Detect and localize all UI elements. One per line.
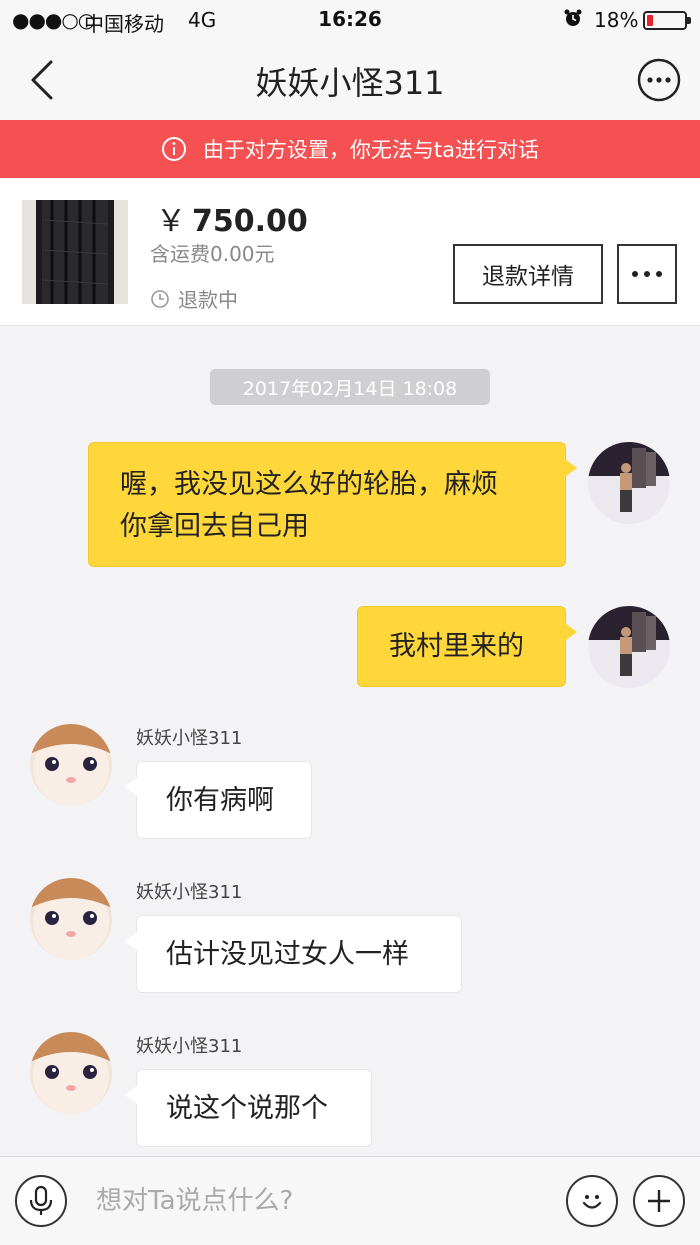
incoming-message-bubble[interactable]: 你有病啊 — [125, 761, 312, 839]
sender-name: 妖妖小怪311 — [136, 882, 243, 903]
product-bar: ￥ 750.00 含运费0.00元 退款中 退款详情 — [0, 178, 700, 326]
cat-avatar-icon — [30, 878, 112, 960]
voice-input-button[interactable] — [15, 1175, 67, 1227]
product-price: ￥ 750.00 — [156, 196, 308, 240]
chat-timestamp: 2017年02月14日 18:08 — [210, 369, 490, 405]
contact-avatar[interactable] — [30, 1032, 112, 1114]
sender-name: 妖妖小怪311 — [136, 728, 243, 749]
incoming-message-bubble[interactable]: 说这个说那个 — [125, 1069, 372, 1147]
message-line: 你有病啊 — [166, 785, 274, 816]
warning-banner: 由于对方设置，你无法与ta进行对话 — [0, 120, 700, 178]
cat-avatar-icon — [30, 724, 112, 806]
add-attachment-button[interactable] — [633, 1175, 685, 1227]
emoji-button[interactable] — [566, 1175, 618, 1227]
product-more-button[interactable] — [617, 244, 677, 304]
refund-status-label: 退款中 — [178, 288, 238, 312]
ellipsis-circle-icon[interactable] — [637, 58, 681, 102]
refund-status: 退款中 — [150, 284, 238, 313]
battery-percent: 18% — [594, 8, 639, 32]
sender-name: 妖妖小怪311 — [136, 1036, 243, 1057]
my-avatar[interactable] — [588, 442, 670, 524]
message-line: 估计没见过女人一样 — [166, 939, 409, 970]
message-input[interactable] — [80, 1177, 550, 1225]
clock-icon — [151, 289, 169, 308]
battery-level-fill — [647, 15, 653, 26]
runway-photo-avatar-icon — [588, 442, 670, 524]
contact-avatar[interactable] — [30, 724, 112, 806]
price-value: 750.00 — [192, 204, 308, 239]
battery-icon — [643, 11, 691, 30]
message-line: 你拿回去自己用 — [120, 511, 309, 542]
plus-icon — [648, 1190, 670, 1212]
microphone-icon — [29, 1185, 53, 1215]
message-line: 说这个说那个 — [166, 1093, 328, 1124]
currency-symbol: ￥ — [156, 204, 186, 239]
contact-avatar[interactable] — [30, 878, 112, 960]
refund-details-button[interactable]: 退款详情 — [453, 244, 603, 304]
input-bar — [0, 1156, 700, 1245]
status-bar: ●●●○○ 中国移动 4G 16:26 18% — [0, 0, 700, 40]
more-dots-icon — [632, 271, 638, 277]
warning-text: 由于对方设置，你无法与ta进行对话 — [202, 138, 540, 162]
incoming-message-bubble[interactable]: 估计没见过女人一样 — [125, 915, 462, 993]
nav-bar: 妖妖小怪311 — [0, 40, 700, 120]
runway-photo-avatar-icon — [588, 606, 670, 688]
alarm-clock-icon — [564, 9, 582, 26]
tire-icon — [22, 200, 128, 304]
message-line: 我村里来的 — [389, 631, 524, 662]
outgoing-message-bubble[interactable]: 我村里来的 — [357, 606, 577, 687]
product-thumbnail[interactable] — [22, 200, 128, 304]
message-line: 喔，我没见这么好的轮胎，麻烦 — [120, 469, 498, 500]
my-avatar[interactable] — [588, 606, 670, 688]
cat-avatar-icon — [30, 1032, 112, 1114]
shipping-info: 含运费0.00元 — [150, 242, 275, 266]
smiley-icon — [582, 1195, 602, 1209]
outgoing-message-bubble[interactable]: 喔，我没见这么好的轮胎，麻烦 你拿回去自己用 — [88, 442, 577, 567]
info-icon — [161, 137, 186, 161]
chat-title: 妖妖小怪311 — [255, 64, 445, 102]
